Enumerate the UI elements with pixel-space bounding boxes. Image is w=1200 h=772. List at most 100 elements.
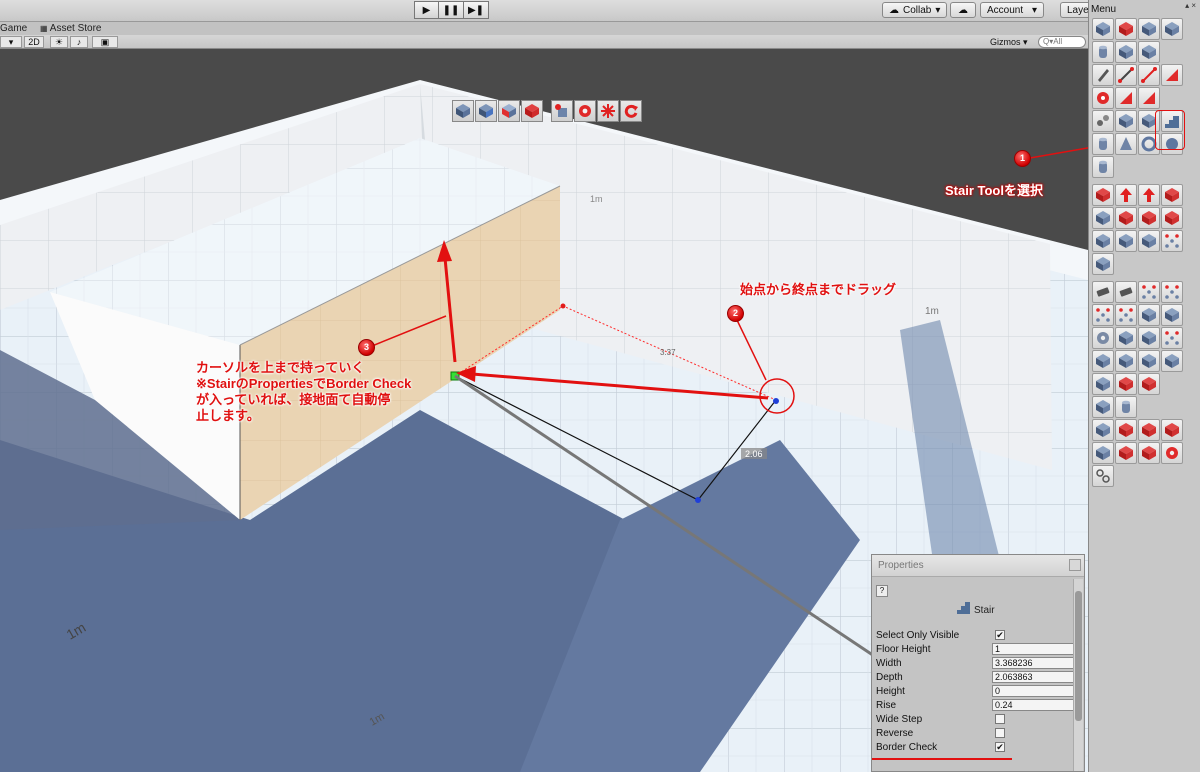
cube-tool-button[interactable]	[1115, 230, 1137, 252]
cube-red-tool-button[interactable]	[1138, 419, 1160, 441]
cube-tool-button[interactable]	[1161, 304, 1183, 326]
cube-tool-button[interactable]	[1092, 442, 1114, 464]
cube-tool-button[interactable]	[1115, 327, 1137, 349]
cube-tool-button[interactable]	[1092, 350, 1114, 372]
cube-tool-button[interactable]	[1092, 207, 1114, 229]
cyl-tool-button[interactable]	[1092, 41, 1114, 63]
tab-asset-store[interactable]: ▦ Asset Store	[40, 23, 102, 34]
edge-tool-button[interactable]	[1115, 64, 1137, 86]
cone-tool-button[interactable]	[1115, 133, 1137, 155]
cyl-tool-button[interactable]	[1115, 396, 1137, 418]
rotate-tool-button[interactable]	[620, 100, 642, 122]
cube-red-tool-button[interactable]	[1092, 184, 1114, 206]
face-red-tool-button[interactable]	[1115, 87, 1137, 109]
edge-red-tool-button[interactable]	[1138, 64, 1160, 86]
cube-tool-button[interactable]	[1138, 350, 1160, 372]
cube-red-tool-button[interactable]	[1115, 442, 1137, 464]
gizmos-dropdown[interactable]: Gizmos ▾	[990, 37, 1028, 48]
dots-tool-button[interactable]	[1161, 281, 1183, 303]
help-button[interactable]: ?	[876, 585, 888, 597]
cube-tool-button[interactable]	[1092, 18, 1114, 40]
vertex-tool-button[interactable]	[1092, 110, 1114, 132]
cube-tool-button[interactable]	[1138, 230, 1160, 252]
cube-tool-button[interactable]	[1092, 230, 1114, 252]
cube-red-tool-button[interactable]	[1138, 207, 1160, 229]
cube-tool-button[interactable]	[1161, 350, 1183, 372]
cyl-tool-button[interactable]	[1092, 133, 1114, 155]
close-button[interactable]	[1069, 559, 1081, 571]
pause-button[interactable]: ❚❚	[439, 1, 464, 19]
cube-tool-button[interactable]	[1138, 18, 1160, 40]
pivot-tool-button[interactable]	[551, 100, 573, 122]
eraser-tool-button[interactable]	[1092, 281, 1114, 303]
cube-red-tool-button[interactable]	[1161, 184, 1183, 206]
gear-tool-button[interactable]	[1092, 327, 1114, 349]
properties-scrollbar[interactable]	[1073, 579, 1083, 771]
shading-dropdown[interactable]: ▾	[0, 36, 22, 48]
cube-tool-button[interactable]	[1092, 419, 1114, 441]
scale-tool-button[interactable]	[1092, 465, 1114, 487]
collab-button[interactable]: ☁ Collab ▾	[882, 2, 948, 18]
cube-red-tool-button[interactable]	[1115, 419, 1137, 441]
cube-tool-button[interactable]	[1138, 41, 1160, 63]
cube-tool-button[interactable]	[1115, 110, 1137, 132]
cloud-button[interactable]: ☁	[950, 2, 976, 18]
arrow-red-tool-button[interactable]	[1115, 184, 1137, 206]
dots-tool-button[interactable]	[1138, 281, 1160, 303]
dots-tool-button[interactable]	[1092, 304, 1114, 326]
snap-tool-button[interactable]	[597, 100, 619, 122]
property-input[interactable]: 0	[992, 685, 1074, 697]
property-checkbox[interactable]	[995, 728, 1005, 738]
grid-tool-button[interactable]	[1161, 230, 1183, 252]
cube-red-tool-button[interactable]	[1161, 419, 1183, 441]
cube-tool-button[interactable]	[1092, 373, 1114, 395]
property-checkbox[interactable]: ✔	[995, 630, 1005, 640]
face-red-tool-button[interactable]	[1138, 87, 1160, 109]
cube-tool-button[interactable]	[1138, 327, 1160, 349]
cube-tool-button[interactable]	[1115, 41, 1137, 63]
bar-tool-button[interactable]	[1115, 281, 1137, 303]
panel-window-controls[interactable]: ▴ ×	[1185, 1, 1196, 10]
settings-tool-button[interactable]	[574, 100, 596, 122]
pen-tool-button[interactable]	[1092, 64, 1114, 86]
cube-red-tool-button[interactable]	[1138, 373, 1160, 395]
scene-effects-dropdown[interactable]: ▣	[92, 36, 118, 48]
face-red-tool-button[interactable]	[1161, 64, 1183, 86]
cube-red-tool-button[interactable]	[1115, 373, 1137, 395]
property-input[interactable]: 1	[992, 643, 1074, 655]
cube-tool-button[interactable]	[1092, 396, 1114, 418]
property-input[interactable]: 0.24	[992, 699, 1074, 711]
cube-red-tool-button[interactable]	[1161, 207, 1183, 229]
cube-tool-button[interactable]	[1115, 350, 1137, 372]
cube-edge-button[interactable]	[498, 100, 520, 122]
cube-vertex-button[interactable]	[521, 100, 543, 122]
arrow-red-tool-button[interactable]	[1138, 184, 1160, 206]
scene-audio-toggle[interactable]: ♪	[70, 36, 88, 48]
property-checkbox[interactable]: ✔	[995, 742, 1005, 752]
dots-tool-button[interactable]	[1115, 304, 1137, 326]
property-checkbox[interactable]	[995, 714, 1005, 724]
step-button[interactable]: ▶❚	[464, 1, 489, 19]
cube-tool-button[interactable]	[1138, 304, 1160, 326]
tab-game[interactable]: Game	[0, 23, 27, 34]
scene-search-input[interactable]: Q▾All	[1038, 36, 1086, 48]
cube-tool-button[interactable]	[1161, 18, 1183, 40]
dots-tool-button[interactable]	[1161, 327, 1183, 349]
cube-red-tool-button[interactable]	[1138, 442, 1160, 464]
mode-2d-toggle[interactable]: 2D	[24, 36, 44, 48]
gear-red-tool-button[interactable]	[1161, 442, 1183, 464]
property-input[interactable]: 2.063863	[992, 671, 1074, 683]
cube-red-tool-button[interactable]	[1115, 207, 1137, 229]
cube-icon	[1096, 400, 1110, 414]
disc-red-tool-button[interactable]	[1092, 87, 1114, 109]
cube-tool-button[interactable]	[452, 100, 474, 122]
account-button[interactable]: Account ▾	[980, 2, 1044, 18]
cube-face-button[interactable]	[475, 100, 497, 122]
red-poly-tool-button[interactable]	[1115, 18, 1137, 40]
pipe-tool-button[interactable]	[1092, 156, 1114, 178]
cube-tool-button[interactable]	[1092, 253, 1114, 275]
property-input[interactable]: 3.368236	[992, 657, 1074, 669]
scene-lighting-toggle[interactable]: ☀	[50, 36, 68, 48]
play-button[interactable]: ▶	[414, 1, 439, 19]
scroll-thumb[interactable]	[1075, 591, 1082, 721]
